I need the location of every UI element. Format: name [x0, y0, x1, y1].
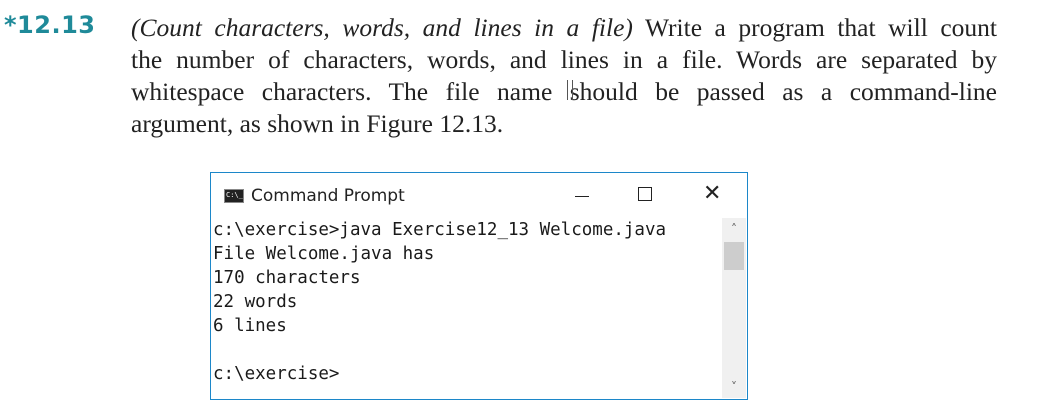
cmd-icon: [224, 189, 244, 203]
vertical-scrollbar[interactable]: ˄ ˅: [722, 218, 746, 398]
console-line: c:\exercise>: [213, 364, 340, 384]
scroll-up-chevron-icon[interactable]: ˄: [722, 218, 746, 240]
minimize-button[interactable]: [563, 181, 601, 211]
description-text-1: Write a program that will count: [632, 13, 997, 42]
exercise-title: (Count characters, words, and lines in a…: [131, 13, 633, 42]
description-line-4: argument, as shown in Figure 12.13.: [131, 109, 504, 138]
command-prompt-window: Command Prompt ✕ c:\exercise>java Exerci…: [210, 172, 748, 400]
minimize-icon: [575, 196, 589, 197]
exercise-number: *12.13: [4, 11, 96, 39]
window-titlebar[interactable]: Command Prompt ✕: [211, 173, 747, 218]
exercise-description: (Count characters, words, and lines in a…: [131, 12, 997, 140]
description-line-2: the number of characters, words, and lin…: [131, 45, 997, 74]
description-line-3: whitespace characters. The file name sho…: [131, 76, 997, 108]
maximize-icon: [638, 187, 652, 201]
scroll-down-chevron-icon[interactable]: ˅: [722, 376, 746, 398]
description-line-1: (Count characters, words, and lines in a…: [131, 12, 997, 44]
close-icon: ✕: [703, 181, 722, 206]
description-text-3a: whitespace characters. The file name: [131, 77, 570, 106]
maximize-button[interactable]: [626, 181, 664, 211]
console-line: 170 characters: [213, 268, 361, 288]
console-line: c:\exercise>java Exercise12_13 Welcome.j…: [213, 220, 667, 240]
description-text-3b: should be passed as a command-line: [569, 77, 997, 106]
console-line: File Welcome.java has: [213, 244, 435, 264]
console-output[interactable]: c:\exercise>java Exercise12_13 Welcome.j…: [211, 218, 719, 400]
window-title: Command Prompt: [251, 186, 405, 206]
console-line: 6 lines: [213, 316, 287, 336]
console-line: 22 words: [213, 292, 298, 312]
scroll-thumb[interactable]: [724, 242, 744, 270]
close-button[interactable]: ✕: [693, 181, 731, 211]
